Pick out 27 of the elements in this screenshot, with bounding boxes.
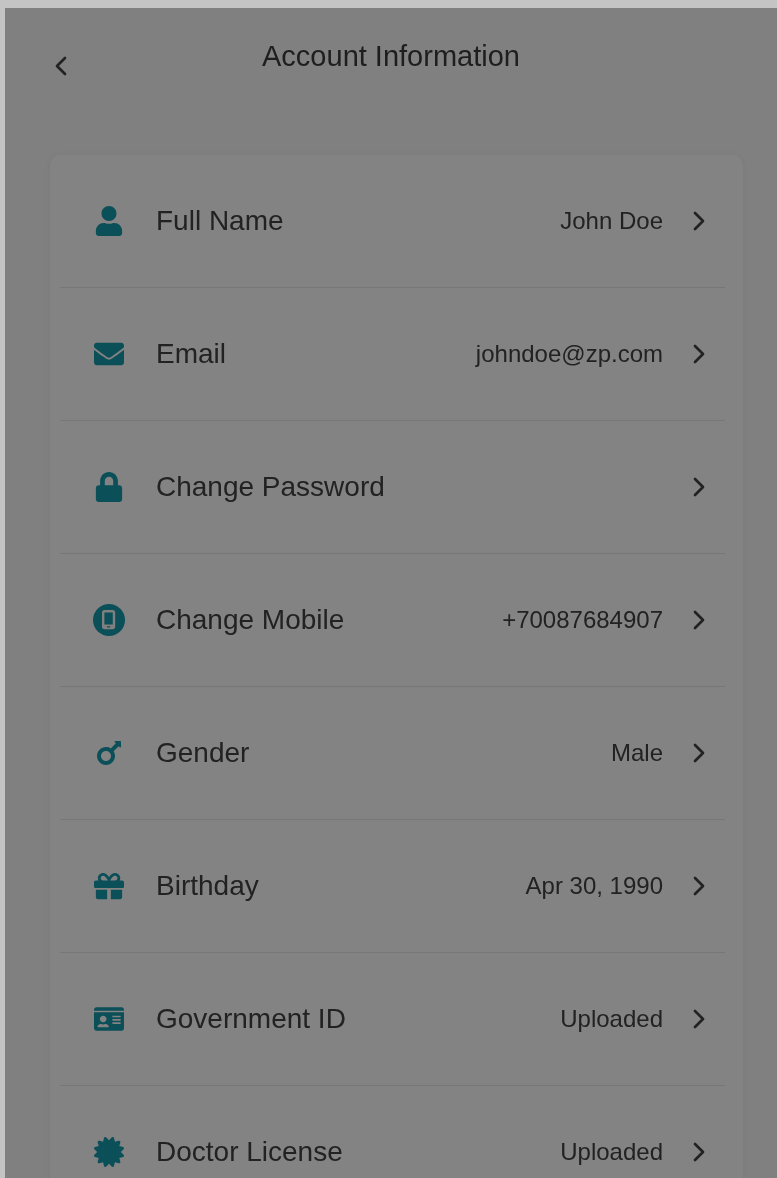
page-title: Account Information [262, 39, 520, 73]
settings-row[interactable]: Full Name John Doe [60, 155, 725, 288]
settings-row[interactable]: Email johndoe@zp.com [60, 288, 725, 421]
row-value: +70087684907 [502, 606, 663, 634]
gift-icon [92, 871, 126, 901]
row-label: Birthday [156, 870, 260, 902]
row-value: Male [610, 739, 663, 767]
settings-row[interactable]: Change Password [60, 421, 725, 554]
row-label: Full Name [156, 205, 285, 237]
row-value: johndoe@zp.com [475, 340, 663, 368]
row-label: Government ID [156, 1003, 347, 1035]
id-card-icon [92, 1004, 126, 1034]
row-label: Gender [156, 737, 251, 769]
row-value: Uploaded [560, 1005, 663, 1033]
row-label: Email [156, 338, 227, 370]
row-label: Change Mobile [156, 604, 346, 636]
row-value: Apr 30, 1990 [525, 872, 663, 900]
settings-row[interactable]: Doctor License Uploaded [60, 1086, 725, 1178]
settings-row[interactable]: Gender Male [60, 687, 725, 820]
settings-row[interactable]: Birthday Apr 30, 1990 [60, 820, 725, 953]
row-value: Uploaded [560, 1138, 663, 1166]
settings-row[interactable]: Government ID Uploaded [60, 953, 725, 1086]
row-label: Doctor License [156, 1136, 344, 1168]
row-label: Change Password [156, 471, 386, 503]
phone-icon [92, 604, 126, 636]
settings-row[interactable]: Change Mobile +70087684907 [60, 554, 725, 687]
row-value: John Doe [560, 207, 663, 235]
